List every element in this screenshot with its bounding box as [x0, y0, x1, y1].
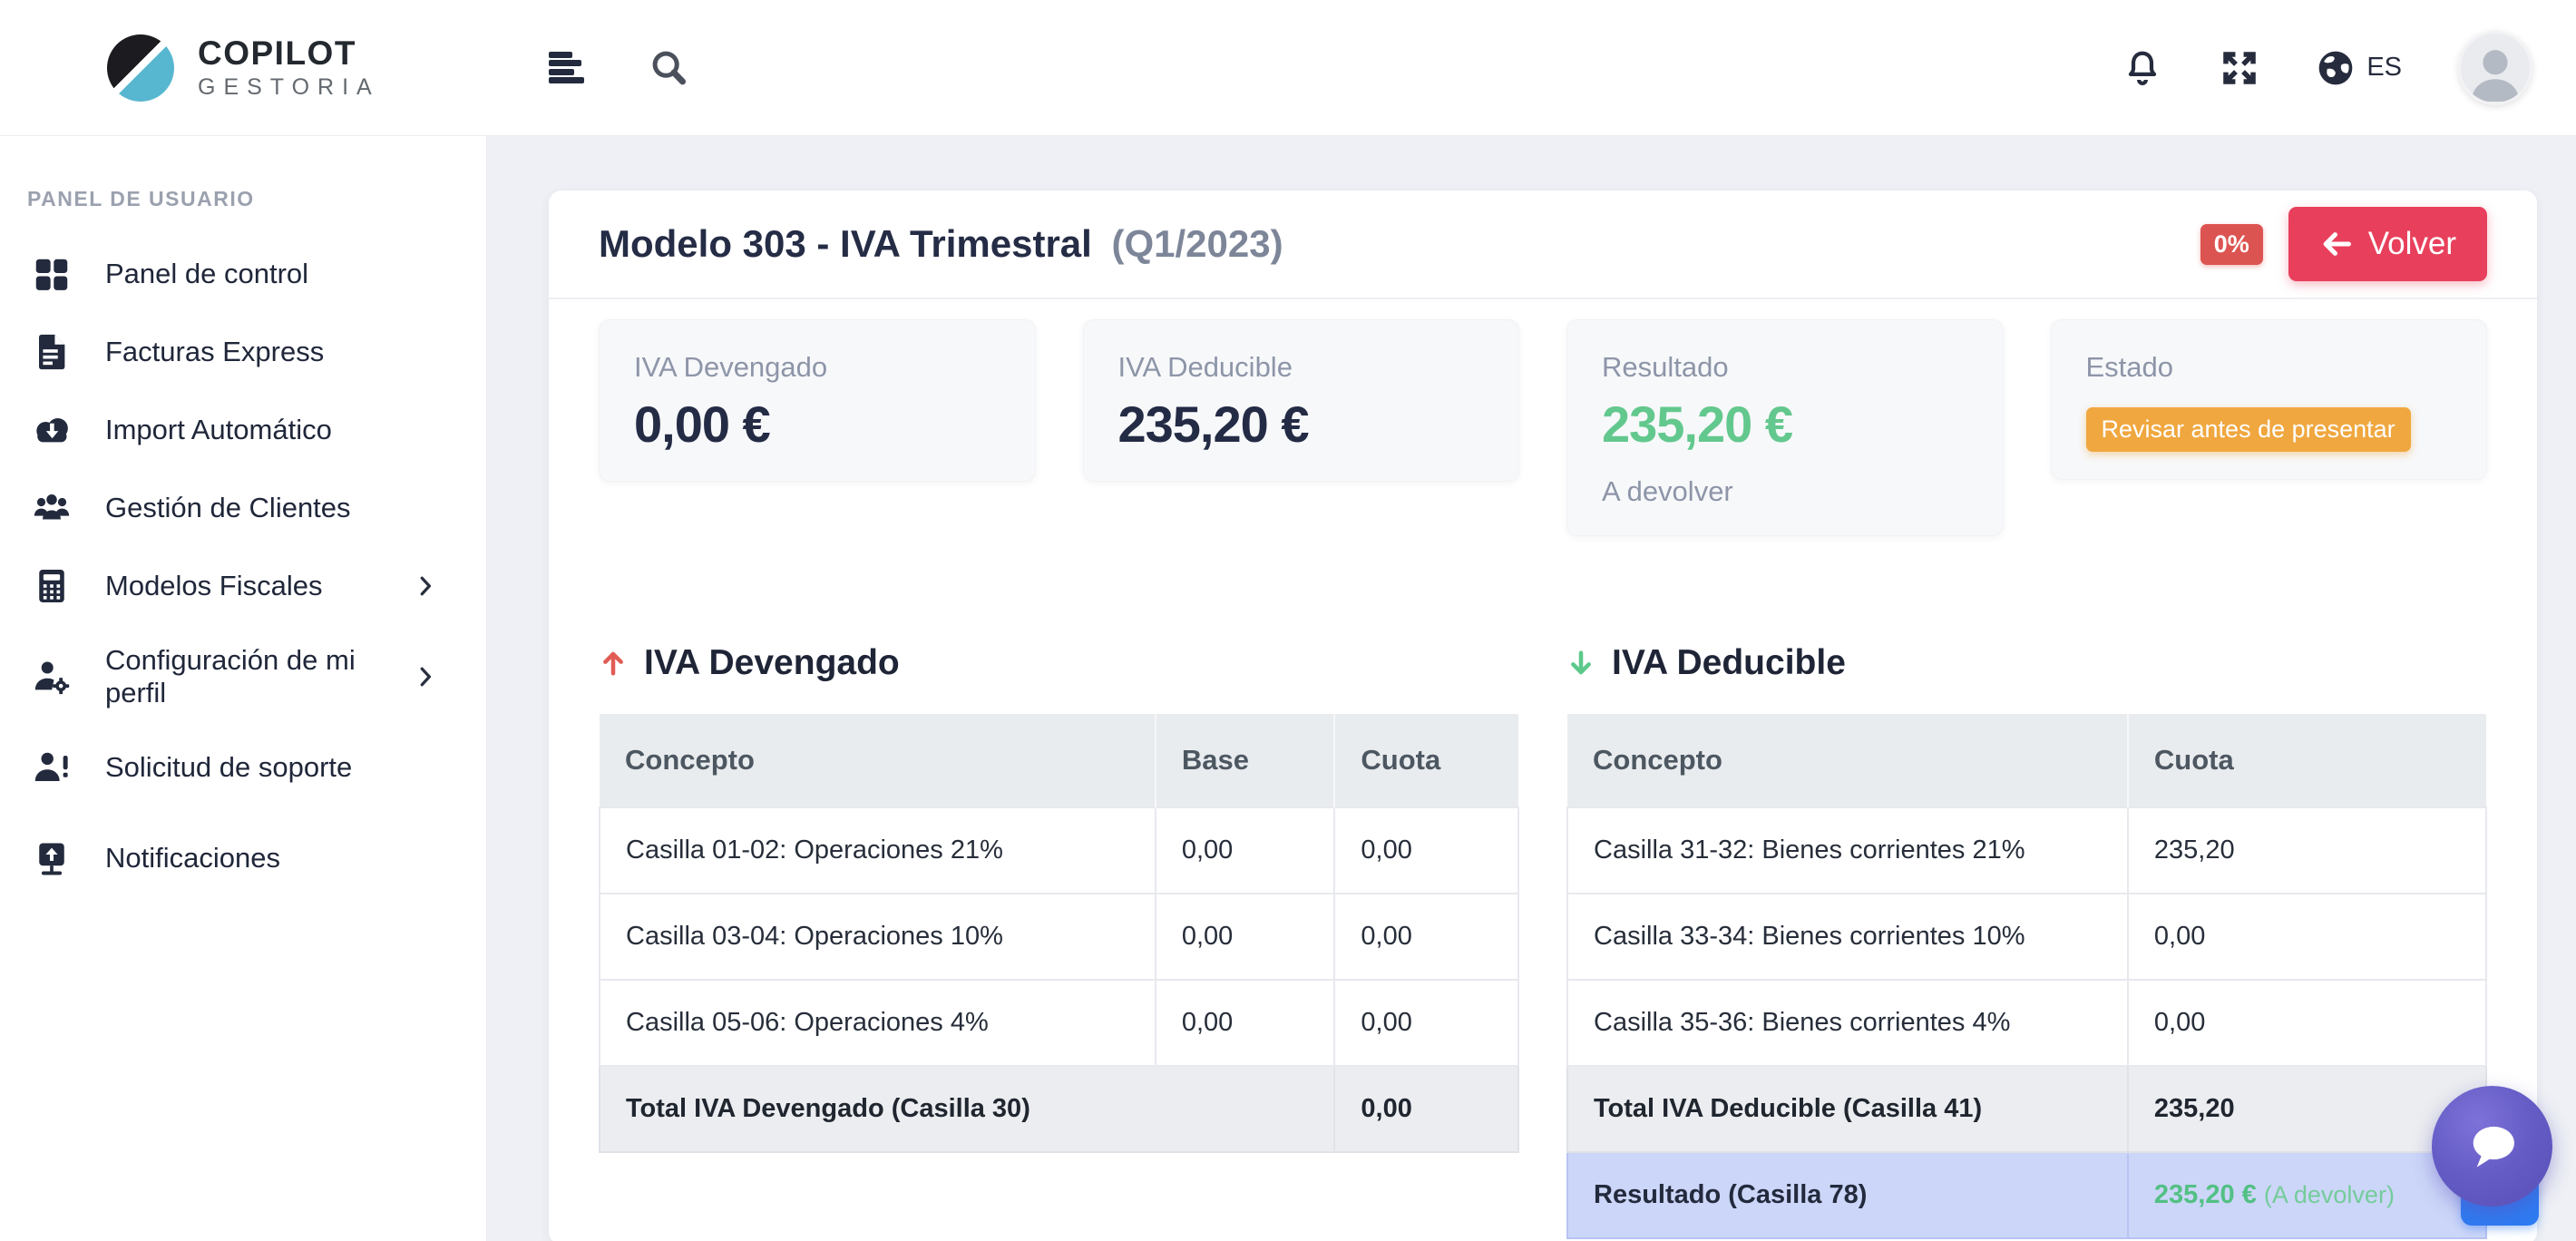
- iva-deducible-table: Concepto Cuota Casilla 31-32: Bienes cor…: [1566, 714, 2487, 1239]
- summary-card-estado: Estado Revisar antes de presentar: [2051, 319, 2488, 480]
- table-row: Casilla 33-34: Bienes corrientes 10% 0,0…: [1567, 894, 2486, 980]
- section-iva-devengado: IVA Devengado Concepto Base Cuota: [599, 643, 1519, 1153]
- resultado-row: Resultado (Casilla 78) 235,20 € (A devol…: [1567, 1152, 2486, 1238]
- sidebar-item-label: Notificaciones: [105, 842, 280, 875]
- sidebar-item-label: Panel de control: [105, 258, 308, 290]
- summary-card-iva-deducible: IVA Deducible 235,20 €: [1083, 319, 1520, 482]
- page-title-period: (Q1/2023): [1112, 222, 1283, 265]
- summary-card-value: 235,20 €: [1602, 395, 1968, 454]
- section-iva-deducible: IVA Deducible Concepto Cuota Casi: [1566, 643, 2487, 1239]
- card-header: Modelo 303 - IVA Trimestral (Q1/2023) 0%…: [549, 191, 2537, 299]
- summary-cards-row: IVA Devengado 0,00 € IVA Deducible 235,2…: [599, 319, 2487, 536]
- summary-card-label: Resultado: [1602, 351, 1968, 384]
- sidebar-item-notificaciones[interactable]: Notificaciones: [0, 819, 486, 897]
- back-button[interactable]: Volver: [2288, 207, 2487, 281]
- page-title: Modelo 303 - IVA Trimestral (Q1/2023): [599, 222, 1283, 266]
- section-title: IVA Devengado: [644, 643, 900, 683]
- brand-subtitle: GESTORIA: [198, 76, 380, 99]
- brand-logo[interactable]: COPILOT GESTORIA: [0, 34, 487, 102]
- iva-devengado-table: Concepto Base Cuota Casilla 01-02: Opera…: [599, 714, 1519, 1153]
- sidebar-item-panel-de-control[interactable]: Panel de control: [0, 235, 486, 313]
- sidebar-item-label: Configuración de mi perfil: [105, 644, 381, 709]
- summary-card-label: Estado: [2086, 351, 2453, 384]
- table-row: Casilla 31-32: Bienes corrientes 21% 235…: [1567, 807, 2486, 894]
- col-header-concepto: Concepto: [600, 714, 1156, 807]
- device-upload-icon: [29, 837, 74, 879]
- summary-card-iva-devengado: IVA Devengado 0,00 €: [599, 319, 1036, 482]
- sidebar-item-configuracion-perfil[interactable]: Configuración de mi perfil: [0, 638, 486, 716]
- menu-toggle-icon[interactable]: [549, 52, 585, 84]
- summary-card-label: IVA Deducible: [1118, 351, 1485, 384]
- user-gear-icon: [29, 656, 74, 698]
- sidebar: PANEL DE USUARIO Panel de control: [0, 136, 487, 1241]
- modelo-303-card: Modelo 303 - IVA Trimestral (Q1/2023) 0%…: [549, 191, 2537, 1241]
- col-header-cuota: Cuota: [2128, 714, 2486, 807]
- sidebar-item-facturas-express[interactable]: Facturas Express: [0, 313, 486, 391]
- topbar: COPILOT GESTORIA: [0, 0, 2576, 136]
- notifications-bell-icon[interactable]: [2122, 47, 2163, 89]
- sidebar-item-label: Solicitud de soporte: [105, 751, 352, 784]
- summary-card-value: 235,20 €: [1118, 395, 1485, 454]
- chat-button[interactable]: [2432, 1086, 2552, 1207]
- brand-circle-icon: [107, 34, 174, 102]
- table-row: Casilla 05-06: Operaciones 4% 0,00 0,00: [600, 980, 1518, 1066]
- progress-badge: 0%: [2200, 224, 2263, 265]
- col-header-cuota: Cuota: [1334, 714, 1518, 807]
- search-icon[interactable]: [649, 47, 690, 89]
- invoice-icon: [29, 331, 74, 373]
- sidebar-item-modelos-fiscales[interactable]: Modelos Fiscales: [0, 547, 486, 625]
- table-row: Casilla 03-04: Operaciones 10% 0,00 0,00: [600, 894, 1518, 980]
- fullscreen-expand-icon[interactable]: [2220, 48, 2259, 88]
- brand-name: COPILOT: [198, 36, 380, 70]
- summary-card-value: 0,00 €: [634, 395, 1000, 454]
- sidebar-item-label: Facturas Express: [105, 336, 324, 368]
- tables-row: IVA Devengado Concepto Base Cuota: [599, 643, 2487, 1239]
- total-row: Total IVA Devengado (Casilla 30) 0,00: [600, 1066, 1518, 1152]
- resultado-note: (A devolver): [2264, 1181, 2395, 1208]
- dashboard-icon: [29, 253, 74, 295]
- section-title: IVA Deducible: [1612, 643, 1846, 683]
- sidebar-item-import-automatico[interactable]: Import Automático: [0, 391, 486, 469]
- calculator-icon: [29, 565, 74, 607]
- status-badge: Revisar antes de presentar: [2086, 407, 2411, 452]
- sidebar-item-solicitud-soporte[interactable]: Solicitud de soporte: [0, 728, 486, 806]
- arrow-left-icon: [2319, 227, 2354, 261]
- language-label: ES: [2366, 53, 2402, 83]
- chat-bubble-icon: [2464, 1119, 2522, 1174]
- globe-icon: [2316, 48, 2356, 88]
- chevron-right-icon: [412, 572, 439, 600]
- table-row: Casilla 01-02: Operaciones 21% 0,00 0,00: [600, 807, 1518, 894]
- table-row: Casilla 35-36: Bienes corrientes 4% 0,00: [1567, 980, 2486, 1066]
- chevron-right-icon: [412, 663, 439, 690]
- users-icon: [29, 487, 74, 529]
- language-selector[interactable]: ES: [2316, 48, 2402, 88]
- resultado-value: 235,20 €: [2154, 1180, 2257, 1209]
- sidebar-item-label: Modelos Fiscales: [105, 570, 322, 602]
- summary-card-resultado: Resultado 235,20 € A devolver: [1566, 319, 2004, 536]
- summary-card-label: IVA Devengado: [634, 351, 1000, 384]
- col-header-concepto: Concepto: [1567, 714, 2128, 807]
- summary-card-note: A devolver: [1602, 475, 1968, 508]
- arrow-up-icon: [599, 647, 628, 679]
- sidebar-item-gestion-de-clientes[interactable]: Gestión de Clientes: [0, 469, 486, 547]
- sidebar-item-label: Gestión de Clientes: [105, 492, 351, 524]
- col-header-base: Base: [1156, 714, 1335, 807]
- user-avatar[interactable]: [2458, 31, 2532, 105]
- total-row: Total IVA Deducible (Casilla 41) 235,20: [1567, 1066, 2486, 1152]
- sidebar-section-label: PANEL DE USUARIO: [27, 187, 486, 211]
- main-content: Modelo 303 - IVA Trimestral (Q1/2023) 0%…: [487, 136, 2576, 1241]
- user-alert-icon: [29, 747, 74, 788]
- sidebar-item-label: Import Automático: [105, 414, 332, 446]
- cloud-download-icon: [29, 409, 74, 451]
- arrow-down-icon: [1566, 647, 1595, 679]
